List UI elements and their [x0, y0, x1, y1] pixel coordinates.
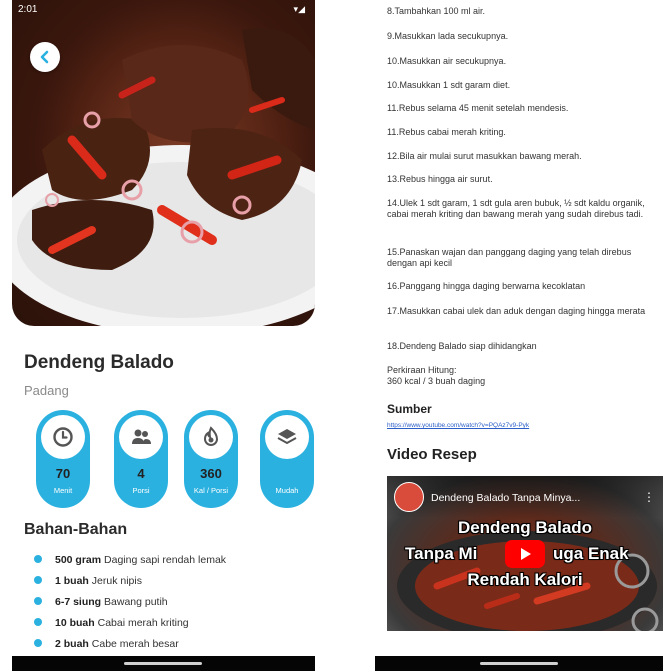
stat-label: Porsi — [132, 486, 150, 495]
step-item: 8.Tambahkan 100 ml air. — [387, 6, 486, 16]
home-gesture-bar[interactable] — [480, 662, 558, 665]
step-item: 15.Panaskan wajan dan panggang daging ya… — [387, 247, 632, 268]
ingredient-name: Cabe merah besar — [91, 638, 179, 650]
bullet-icon — [34, 639, 42, 647]
overlay-line2b: uga Enak — [553, 544, 629, 563]
system-nav-bar — [12, 656, 315, 671]
video-title[interactable]: Dendeng Balado Tanpa Minya... — [431, 492, 580, 504]
overlay-line3: Rendah Kalori — [467, 570, 583, 589]
step-item: 11.Rebus selama 45 menit setelah mendesi… — [387, 103, 569, 113]
step-item: 10.Masukkan 1 sdt garam diet. — [387, 80, 511, 90]
more-options-icon[interactable]: ⋮ — [643, 490, 655, 504]
list-item: 500 gram Daging sapi rendah lemak — [34, 552, 314, 573]
list-item: 10 buah Cabai merah kriting — [34, 615, 314, 636]
system-nav-bar — [375, 656, 663, 671]
flame-icon — [189, 415, 233, 459]
recipe-title: Dendeng Balado — [24, 352, 174, 373]
step-item: 9.Masukkan lada secukupnya. — [387, 31, 509, 41]
status-time: 2:01 — [18, 4, 38, 15]
list-item: 1 buah Jeruk nipis — [34, 573, 314, 594]
play-button[interactable] — [505, 540, 545, 568]
hero-image: 2:01 ▾◢ — [12, 0, 315, 326]
step-item: 11.Rebus cabai merah kriting. — [387, 127, 506, 137]
estimate-label: Perkiraan Hitung: — [387, 365, 457, 375]
overlay-line1: Dendeng Balado — [457, 518, 593, 537]
bullet-icon — [34, 618, 42, 626]
stat-label: Menit — [53, 486, 73, 495]
video-player[interactable]: Dendeng Balado Tanpa Minya... ⋮ Dendeng … — [387, 476, 663, 631]
stat-label: Mudah — [275, 486, 299, 495]
stat-servings: 4 Porsi — [114, 410, 168, 508]
ingredient-name: Jeruk nipis — [91, 575, 142, 587]
source-title: Sumber — [387, 402, 432, 416]
bullet-icon — [34, 576, 42, 584]
people-icon — [119, 415, 163, 459]
list-item: 2 buah Cabe merah besar — [34, 636, 314, 657]
bullet-icon — [34, 555, 42, 563]
stat-label: Kal / Porsi — [193, 486, 229, 495]
bullet-icon — [34, 597, 42, 605]
recipe-stats: 70 Menit 4 Porsi 360 Kal / Porsi Mudah — [24, 410, 314, 508]
step-item: 12.Bila air mulai surut masukkan bawang … — [387, 151, 582, 161]
ingredients-title: Bahan-Bahan — [24, 521, 128, 538]
stat-value: 360 — [200, 466, 222, 481]
estimate-value: 360 kcal / 3 buah daging — [387, 376, 486, 386]
ingredients-list: 500 gram Daging sapi rendah lemak 1 buah… — [34, 552, 314, 657]
status-icons: ▾◢ — [293, 4, 305, 14]
step-item: 16.Panggang hingga daging berwarna kecok… — [387, 281, 586, 291]
step-item: 14.Ulek 1 sdt garam, 1 sdt gula aren bub… — [387, 198, 645, 219]
recipe-steps-screen: 8.Tambahkan 100 ml air. 9.Masukkan lada … — [375, 0, 663, 671]
recipe-detail-screen: 2:01 ▾◢ Dendeng Balado Padang 70 Menit 4… — [12, 0, 315, 671]
step-item: 10.Masukkan air secukupnya. — [387, 56, 507, 66]
stat-value: 70 — [55, 466, 71, 481]
ingredient-qty: 6-7 siung — [55, 596, 102, 608]
clock-icon — [41, 415, 85, 459]
stat-calories: 360 Kal / Porsi — [184, 410, 238, 508]
ingredient-name: Daging sapi rendah lemak — [104, 554, 227, 566]
source-link[interactable]: https://www.youtube.com/watch?v=PQAz7v9-… — [387, 422, 529, 429]
chevron-left-icon — [40, 50, 49, 64]
step-item: 13.Rebus hingga air surut. — [387, 174, 493, 184]
home-gesture-bar[interactable] — [124, 662, 202, 665]
ingredient-qty: 10 buah — [55, 617, 95, 629]
ingredient-qty: 500 gram — [55, 554, 102, 566]
ingredient-name: Cabai merah kriting — [97, 617, 189, 629]
play-icon — [521, 548, 531, 560]
ingredient-name: Bawang putih — [104, 596, 168, 608]
layers-icon — [265, 415, 309, 459]
overlay-line2a: Tanpa Mi — [405, 544, 478, 563]
video-section-title: Video Resep — [387, 446, 477, 463]
stat-time: 70 Menit — [36, 410, 90, 508]
recipe-region: Padang — [24, 383, 69, 398]
channel-avatar[interactable] — [394, 482, 424, 512]
ingredient-qty: 1 buah — [55, 575, 89, 587]
calorie-estimate: Perkiraan Hitung: 360 kcal / 3 buah dagi… — [387, 365, 485, 387]
ingredient-qty: 2 buah — [55, 638, 89, 650]
step-item: 17.Masukkan cabai ulek dan aduk dengan d… — [387, 306, 646, 316]
list-item: 6-7 siung Bawang putih — [34, 594, 314, 615]
back-button[interactable] — [30, 42, 60, 72]
step-item: 18.Dendeng Balado siap dihidangkan — [387, 341, 537, 351]
stat-value: 4 — [137, 466, 145, 481]
stat-difficulty: Mudah — [260, 410, 314, 508]
